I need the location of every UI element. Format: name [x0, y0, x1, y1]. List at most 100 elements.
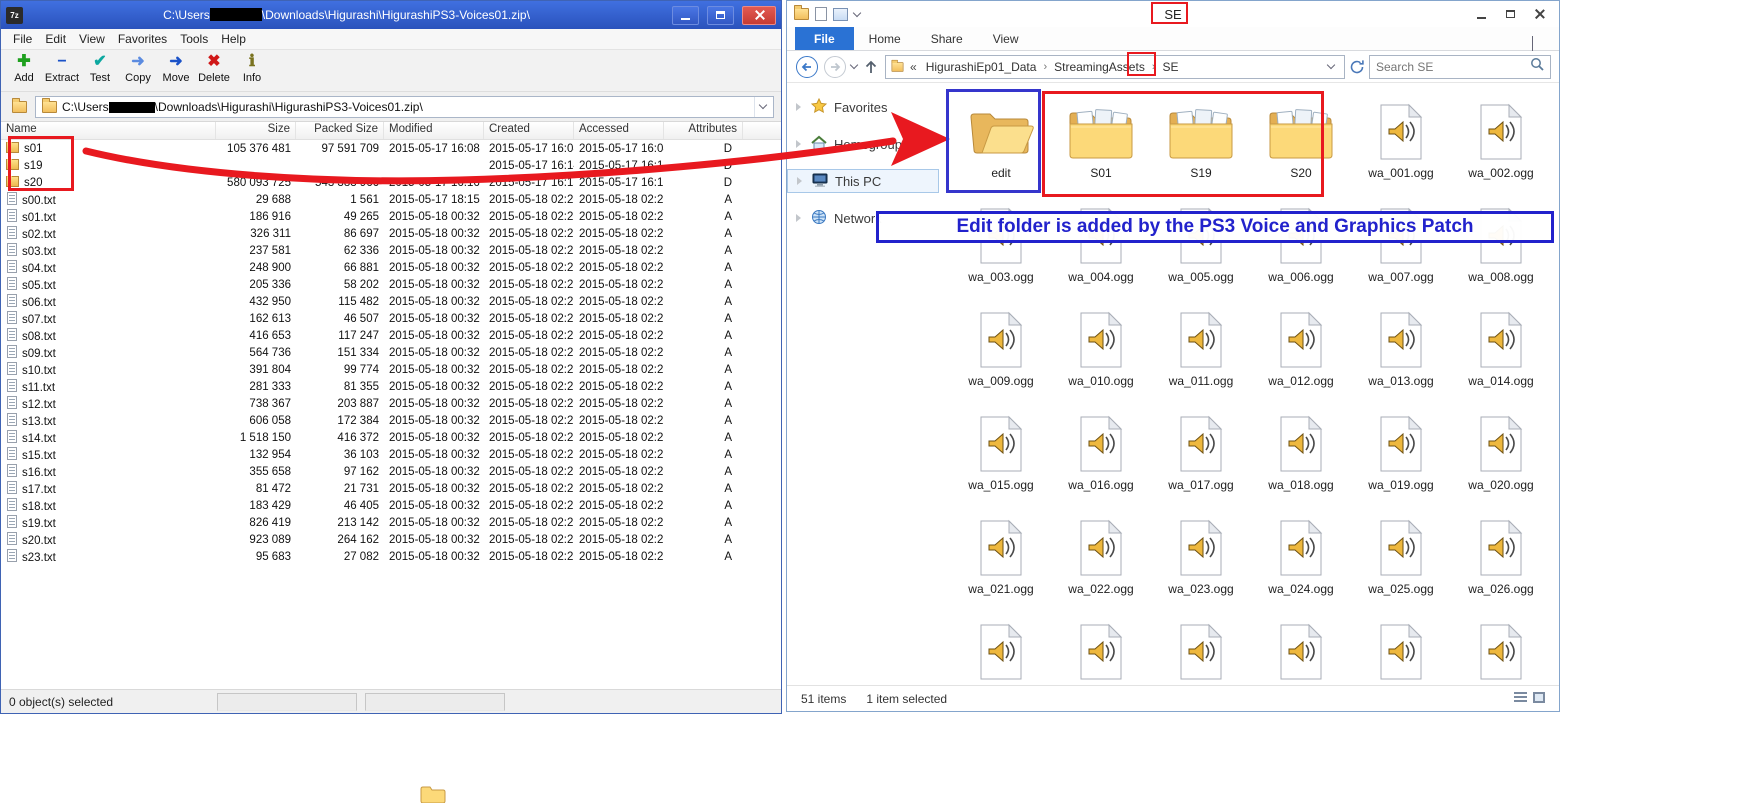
file-item-wa_010.ogg[interactable]: wa_010.ogg	[1051, 299, 1151, 403]
archive-item-s13.txt[interactable]: s13.txt606 058172 3842015-05-18 00:32201…	[1, 412, 781, 429]
column-header-size[interactable]: Size	[216, 122, 296, 139]
forward-button[interactable]	[823, 55, 847, 79]
refresh-button[interactable]	[1349, 59, 1365, 75]
test-button[interactable]: ✔Test	[81, 52, 119, 84]
maximize-button[interactable]	[707, 6, 734, 25]
delete-button[interactable]: ✖Delete	[195, 52, 233, 84]
archive-item-s01[interactable]: s01105 376 48197 591 7092015-05-17 16:08…	[1, 140, 781, 157]
archive-item-s07.txt[interactable]: s07.txt162 61346 5072015-05-18 00:322015…	[1, 310, 781, 327]
menu-help[interactable]: Help	[217, 30, 255, 48]
file-item-wa_011.ogg[interactable]: wa_011.ogg	[1151, 299, 1251, 403]
expand-triangle-icon[interactable]	[796, 103, 801, 111]
file-item[interactable]	[1251, 611, 1351, 685]
parent-folder-button[interactable]	[8, 97, 30, 117]
minimize-button[interactable]	[1468, 5, 1494, 24]
info-button[interactable]: ℹInfo	[233, 52, 271, 84]
up-button[interactable]	[861, 57, 881, 77]
archive-item-s17.txt[interactable]: s17.txt81 47221 7312015-05-18 00:322015-…	[1, 480, 781, 497]
details-view-button[interactable]	[1514, 692, 1527, 706]
archive-item-s10.txt[interactable]: s10.txt391 80499 7742015-05-18 00:322015…	[1, 361, 781, 378]
copy-button[interactable]: ➜Copy	[119, 52, 157, 84]
archive-item-s00.txt[interactable]: s00.txt29 6881 5612015-05-17 18:152015-0…	[1, 191, 781, 208]
archive-item-s12.txt[interactable]: s12.txt738 367203 8872015-05-18 00:32201…	[1, 395, 781, 412]
archive-item-s09.txt[interactable]: s09.txt564 736151 3342015-05-18 00:32201…	[1, 344, 781, 361]
file-item-wa_013.ogg[interactable]: wa_013.ogg	[1351, 299, 1451, 403]
file-item-wa_021.ogg[interactable]: wa_021.ogg	[951, 507, 1051, 611]
archive-item-s14.txt[interactable]: s14.txt1 518 150416 3722015-05-18 00:322…	[1, 429, 781, 446]
column-header-packed-size[interactable]: Packed Size	[296, 122, 384, 139]
large-icons-view-button[interactable]	[1533, 692, 1545, 706]
move-button[interactable]: ➜Move	[157, 52, 195, 84]
expand-ribbon-button[interactable]	[1532, 36, 1533, 50]
maximize-button[interactable]	[1497, 5, 1523, 24]
file-item-wa_019.ogg[interactable]: wa_019.ogg	[1351, 403, 1451, 507]
file-item-wa_015.ogg[interactable]: wa_015.ogg	[951, 403, 1051, 507]
search-input[interactable]	[1376, 60, 1530, 74]
expand-triangle-icon[interactable]	[797, 177, 802, 185]
file-item-wa_007.ogg[interactable]: wa_007.ogg	[1351, 195, 1451, 299]
breadcrumb-segment-data[interactable]: HigurashiEp01_Data	[922, 60, 1041, 74]
sidebar-item-favorites[interactable]: Favorites	[787, 95, 951, 119]
file-item-wa_025.ogg[interactable]: wa_025.ogg	[1351, 507, 1451, 611]
file-item-wa_009.ogg[interactable]: wa_009.ogg	[951, 299, 1051, 403]
breadcrumb-overflow[interactable]: «	[907, 60, 920, 74]
address-dropdown-button[interactable]	[754, 97, 771, 117]
file-item-wa_023.ogg[interactable]: wa_023.ogg	[1151, 507, 1251, 611]
file-item-wa_001.ogg[interactable]: wa_001.ogg	[1351, 91, 1451, 195]
archive-item-s18.txt[interactable]: s18.txt183 42946 4052015-05-18 00:322015…	[1, 497, 781, 514]
folder-item-edit[interactable]: edit	[951, 91, 1051, 195]
sevenzip-titlebar[interactable]: 7z C:\Users\Downloads\Higurashi\Higurash…	[1, 1, 781, 29]
tab-file[interactable]: File	[795, 27, 854, 50]
menu-favorites[interactable]: Favorites	[114, 30, 176, 48]
tab-share[interactable]: Share	[916, 27, 978, 50]
taskbar-folder-icon[interactable]	[420, 785, 446, 808]
column-header-accessed[interactable]: Accessed	[574, 122, 664, 139]
menu-edit[interactable]: Edit	[41, 30, 75, 48]
archive-item-s20[interactable]: s20580 093 725543 383 9662015-05-17 16:1…	[1, 174, 781, 191]
archive-item-s08.txt[interactable]: s08.txt416 653117 2472015-05-18 00:32201…	[1, 327, 781, 344]
sidebar-item-this-pc[interactable]: This PC	[787, 169, 939, 193]
file-item-wa_016.ogg[interactable]: wa_016.ogg	[1051, 403, 1151, 507]
archive-item-s23.txt[interactable]: s23.txt95 68327 0822015-05-18 00:322015-…	[1, 548, 781, 565]
column-header-attributes[interactable]: Attributes	[664, 122, 743, 139]
menu-tools[interactable]: Tools	[176, 30, 217, 48]
column-header-created[interactable]: Created	[484, 122, 574, 139]
archive-item-s16.txt[interactable]: s16.txt355 65897 1622015-05-18 00:322015…	[1, 463, 781, 480]
menu-view[interactable]: View	[75, 30, 114, 48]
archive-item-s15.txt[interactable]: s15.txt132 95436 1032015-05-18 00:322015…	[1, 446, 781, 463]
file-item-wa_014.ogg[interactable]: wa_014.ogg	[1451, 299, 1551, 403]
tab-home[interactable]: Home	[854, 27, 916, 50]
archive-item-s02.txt[interactable]: s02.txt326 31186 6972015-05-18 00:322015…	[1, 225, 781, 242]
expand-triangle-icon[interactable]	[796, 140, 801, 148]
archive-item-s01.txt[interactable]: s01.txt186 91649 2652015-05-18 00:322015…	[1, 208, 781, 225]
qat-properties-icon[interactable]	[815, 7, 827, 21]
column-header-modified[interactable]: Modified	[384, 122, 484, 139]
search-box[interactable]	[1369, 55, 1551, 79]
menu-file[interactable]: File	[9, 30, 41, 48]
file-item-wa_008.ogg[interactable]: wa_008.ogg	[1451, 195, 1551, 299]
archive-item-s04.txt[interactable]: s04.txt248 90066 8812015-05-18 00:322015…	[1, 259, 781, 276]
file-item[interactable]	[1451, 611, 1551, 685]
archive-item-s19[interactable]: s192015-05-17 16:142015-05-17 16:15D	[1, 157, 781, 174]
file-item-wa_017.ogg[interactable]: wa_017.ogg	[1151, 403, 1251, 507]
close-button[interactable]	[742, 6, 776, 25]
search-icon[interactable]	[1530, 57, 1544, 76]
file-item-wa_026.ogg[interactable]: wa_026.ogg	[1451, 507, 1551, 611]
address-bar[interactable]: C:\Users\Downloads\Higurashi\HigurashiPS…	[35, 96, 774, 118]
file-item-wa_002.ogg[interactable]: wa_002.ogg	[1451, 91, 1551, 195]
breadcrumb-bar[interactable]: « HigurashiEp01_Data › StreamingAssets ›…	[885, 55, 1345, 79]
breadcrumb-segment-se[interactable]: SE	[1158, 60, 1182, 74]
add-button[interactable]: ✚Add	[5, 52, 43, 84]
folder-item-S20[interactable]: S20	[1251, 91, 1351, 195]
qat-customize-chevron-icon[interactable]	[853, 8, 861, 16]
file-item-wa_024.ogg[interactable]: wa_024.ogg	[1251, 507, 1351, 611]
file-item[interactable]	[951, 611, 1051, 685]
file-item-wa_022.ogg[interactable]: wa_022.ogg	[1051, 507, 1151, 611]
breadcrumb-segment-streamingassets[interactable]: StreamingAssets	[1050, 60, 1149, 74]
file-item[interactable]	[1151, 611, 1251, 685]
file-item-wa_004.ogg[interactable]: wa_004.ogg	[1051, 195, 1151, 299]
file-item-wa_005.ogg[interactable]: wa_005.ogg	[1151, 195, 1251, 299]
archive-item-s03.txt[interactable]: s03.txt237 58162 3362015-05-18 00:322015…	[1, 242, 781, 259]
folder-item-S19[interactable]: S19	[1151, 91, 1251, 195]
expand-triangle-icon[interactable]	[796, 214, 801, 222]
